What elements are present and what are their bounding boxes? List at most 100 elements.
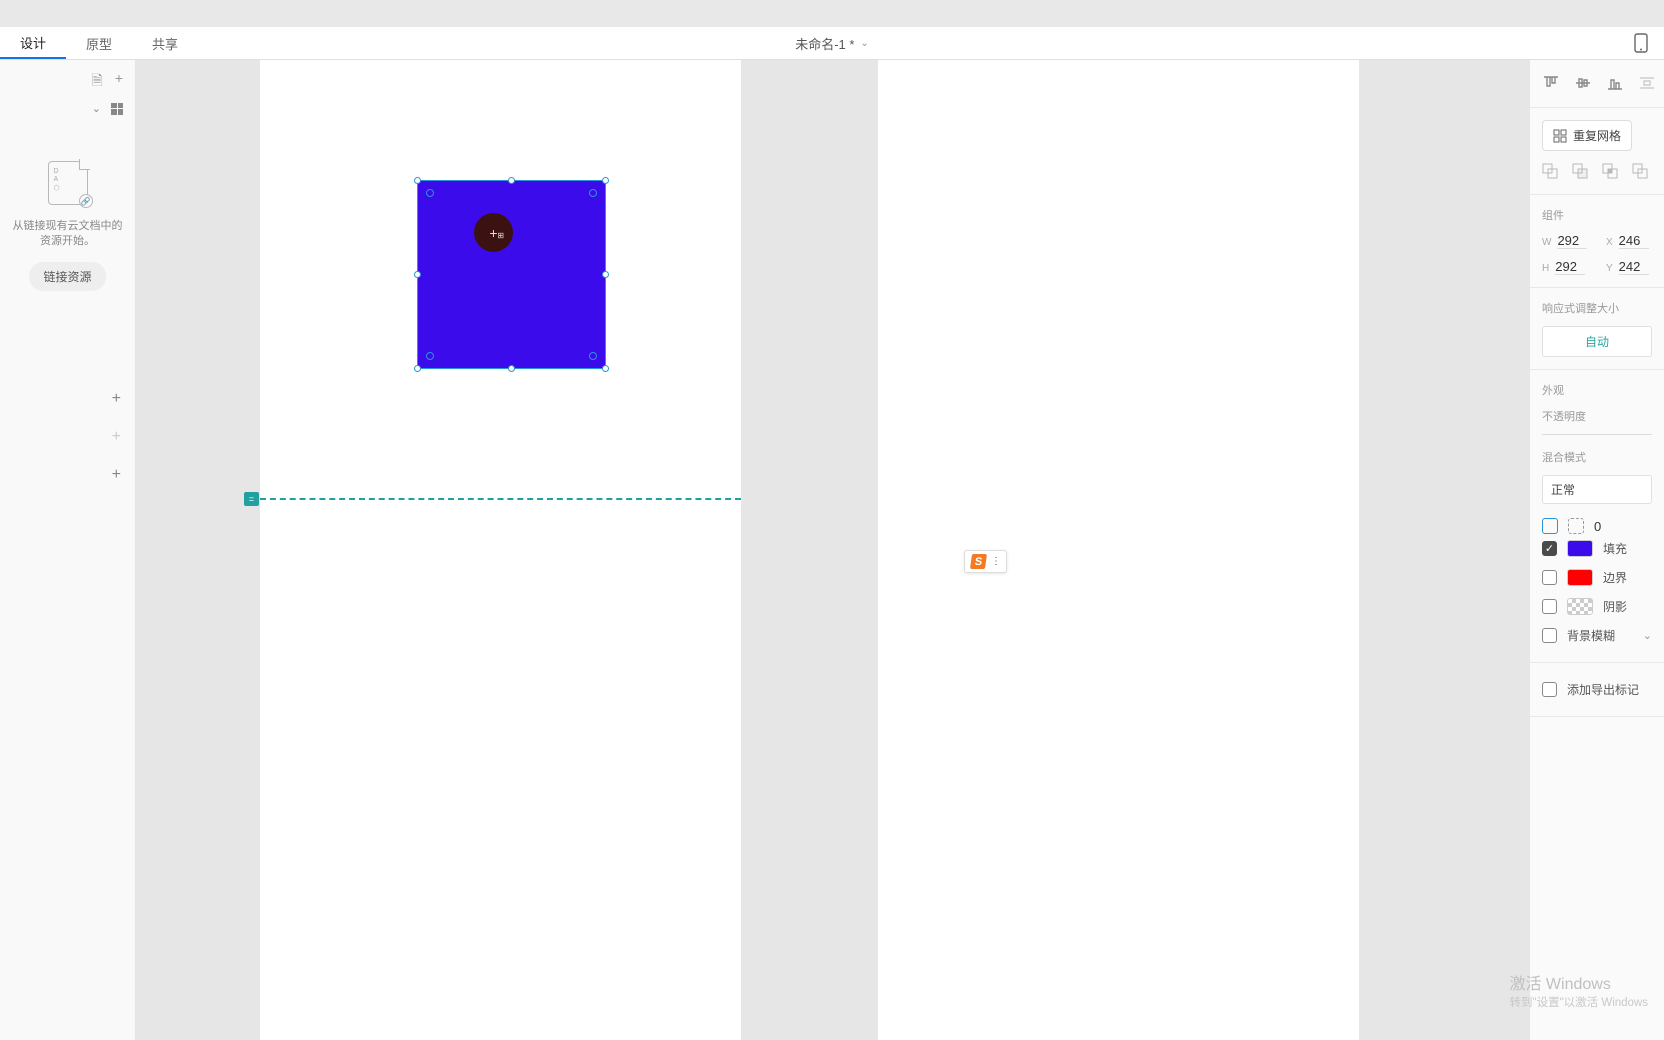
bg-blur-checkbox[interactable] bbox=[1542, 628, 1557, 643]
os-titlebar bbox=[0, 0, 1664, 27]
resize-handle-ml[interactable] bbox=[414, 271, 421, 278]
shadow-row: 阴影 bbox=[1542, 592, 1652, 621]
linked-doc-icon: DA⬡ 🔗 bbox=[48, 161, 88, 205]
export-mark-label: 添加导出标记 bbox=[1567, 681, 1639, 698]
appearance-label: 外观 bbox=[1542, 382, 1652, 398]
tab-share[interactable]: 共享 bbox=[132, 27, 198, 59]
ime-more-icon: ⋮ bbox=[991, 556, 1000, 567]
mode-tabs: 设计 原型 共享 bbox=[0, 27, 198, 59]
boolean-add-icon[interactable] bbox=[1542, 163, 1558, 182]
boolean-subtract-icon[interactable] bbox=[1572, 163, 1588, 182]
y-input[interactable]: 242 bbox=[1619, 259, 1649, 275]
responsive-section: 响应式调整大小 自动 bbox=[1530, 288, 1664, 370]
export-mark-checkbox[interactable] bbox=[1542, 682, 1557, 697]
canvas[interactable]: + = S ⋮ bbox=[136, 60, 1529, 1040]
left-panel-top-icons: 🗎 + bbox=[0, 60, 135, 94]
resize-handle-bm[interactable] bbox=[508, 365, 515, 372]
resize-handle-bl[interactable] bbox=[414, 365, 421, 372]
align-top-icon[interactable] bbox=[1542, 74, 1560, 95]
left-panel-view-row: ⌄ bbox=[0, 94, 135, 129]
border-swatch[interactable] bbox=[1567, 569, 1593, 586]
responsive-label: 响应式调整大小 bbox=[1542, 300, 1652, 316]
resize-handle-tl[interactable] bbox=[414, 177, 421, 184]
repeat-grid-section: 重复网格 bbox=[1530, 108, 1664, 195]
align-section bbox=[1530, 60, 1664, 108]
align-bottom-icon[interactable] bbox=[1606, 74, 1624, 95]
corner-radius-handle[interactable] bbox=[426, 189, 434, 197]
guide-tag[interactable]: = bbox=[244, 492, 259, 506]
border-label: 边界 bbox=[1603, 569, 1627, 586]
resize-handle-br[interactable] bbox=[602, 365, 609, 372]
resize-handle-tr[interactable] bbox=[602, 177, 609, 184]
document-title[interactable]: 未命名-1 * ⌄ bbox=[795, 27, 869, 59]
section-add-icon-disabled: + bbox=[112, 428, 121, 446]
section-add-icon[interactable]: + bbox=[112, 390, 121, 408]
bg-blur-label: 背景模糊 bbox=[1567, 627, 1615, 644]
repeat-grid-button[interactable]: 重复网格 bbox=[1542, 120, 1632, 151]
tab-prototype[interactable]: 原型 bbox=[66, 27, 132, 59]
border-row: 边界 bbox=[1542, 563, 1652, 592]
height-input[interactable]: 292 bbox=[1555, 259, 1585, 275]
main-area: 🗎 + ⌄ DA⬡ 🔗 从链接现有云文档中的资源开始。 链接资源 + + + bbox=[0, 60, 1664, 1040]
device-preview-icon[interactable] bbox=[1634, 27, 1648, 59]
align-vcenter-icon[interactable] bbox=[1574, 74, 1592, 95]
x-key: X bbox=[1606, 237, 1613, 248]
left-panel: 🗎 + ⌄ DA⬡ 🔗 从链接现有云文档中的资源开始。 链接资源 + + + bbox=[0, 60, 136, 1040]
corner-radius-handle[interactable] bbox=[589, 352, 597, 360]
top-bar: 设计 原型 共享 未命名-1 * ⌄ bbox=[0, 27, 1664, 60]
link-icon: 🔗 bbox=[79, 194, 93, 208]
chevron-down-icon[interactable]: ⌄ bbox=[1643, 629, 1652, 642]
fill-checkbox[interactable]: ✓ bbox=[1542, 541, 1557, 556]
page-icon[interactable]: 🗎 bbox=[92, 70, 103, 94]
horizontal-guide[interactable] bbox=[260, 498, 741, 500]
blend-label: 混合模式 bbox=[1542, 449, 1652, 465]
drawing-cursor: + bbox=[474, 213, 513, 252]
artboard-2[interactable] bbox=[878, 60, 1359, 1040]
width-input[interactable]: 292 bbox=[1557, 233, 1587, 249]
x-input[interactable]: 246 bbox=[1619, 233, 1649, 249]
export-section: 添加导出标记 bbox=[1530, 663, 1664, 717]
boolean-intersect-icon[interactable] bbox=[1602, 163, 1618, 182]
appearance-section: 外观 不透明度 混合模式 正常 0 ✓ 填充 边界 bbox=[1530, 370, 1664, 663]
fill-label: 填充 bbox=[1603, 540, 1627, 557]
fill-swatch[interactable] bbox=[1567, 540, 1593, 557]
plus-icon[interactable]: + bbox=[115, 70, 123, 94]
opacity-label: 不透明度 bbox=[1542, 408, 1652, 424]
resize-handle-tm[interactable] bbox=[508, 177, 515, 184]
selected-rectangle[interactable] bbox=[417, 180, 606, 369]
bg-blur-row: 背景模糊 ⌄ bbox=[1542, 621, 1652, 650]
section-add-icon[interactable]: + bbox=[112, 466, 121, 484]
resize-handle-mr[interactable] bbox=[602, 271, 609, 278]
corner-radius-handle[interactable] bbox=[589, 189, 597, 197]
y-key: Y bbox=[1606, 263, 1613, 274]
width-key: W bbox=[1542, 237, 1551, 248]
ime-s-icon: S bbox=[970, 554, 987, 569]
border-checkbox[interactable] bbox=[1542, 570, 1557, 585]
right-panel: 重复网格 组件 W292 X246 H292 Y242 响应式调整大小 自动 外 bbox=[1529, 60, 1664, 1040]
repeat-grid-label: 重复网格 bbox=[1573, 127, 1621, 144]
shadow-checkbox[interactable] bbox=[1542, 599, 1557, 614]
height-key: H bbox=[1542, 263, 1549, 274]
responsive-auto-button[interactable]: 自动 bbox=[1542, 326, 1652, 357]
grid-view-icon[interactable] bbox=[111, 103, 123, 115]
ime-indicator[interactable]: S ⋮ bbox=[964, 550, 1007, 573]
fill-row: ✓ 填充 bbox=[1542, 534, 1652, 563]
component-label: 组件 bbox=[1542, 207, 1652, 223]
tab-design[interactable]: 设计 bbox=[0, 27, 66, 59]
assets-hint-text: 从链接现有云文档中的资源开始。 bbox=[10, 219, 125, 250]
crosshair-icon: + bbox=[489, 225, 497, 241]
corner-uniform-icon[interactable] bbox=[1542, 518, 1558, 534]
blend-mode-select[interactable]: 正常 bbox=[1542, 475, 1652, 504]
document-title-text: 未命名-1 * bbox=[795, 34, 854, 53]
opacity-slider[interactable] bbox=[1542, 434, 1652, 435]
transform-section: 组件 W 292 X 246 H 292 Y 242 bbox=[1530, 195, 1664, 288]
corner-radius-handle[interactable] bbox=[426, 352, 434, 360]
link-assets-button[interactable]: 链接资源 bbox=[29, 262, 105, 291]
corner-individual-icon[interactable] bbox=[1568, 518, 1584, 534]
corner-radius-input[interactable]: 0 bbox=[1594, 519, 1601, 534]
distribute-vertical-icon[interactable] bbox=[1638, 74, 1656, 95]
chevron-down-icon[interactable]: ⌄ bbox=[92, 102, 101, 115]
grid-icon bbox=[1553, 129, 1567, 143]
boolean-exclude-icon[interactable] bbox=[1632, 163, 1648, 182]
shadow-swatch[interactable] bbox=[1567, 598, 1593, 615]
